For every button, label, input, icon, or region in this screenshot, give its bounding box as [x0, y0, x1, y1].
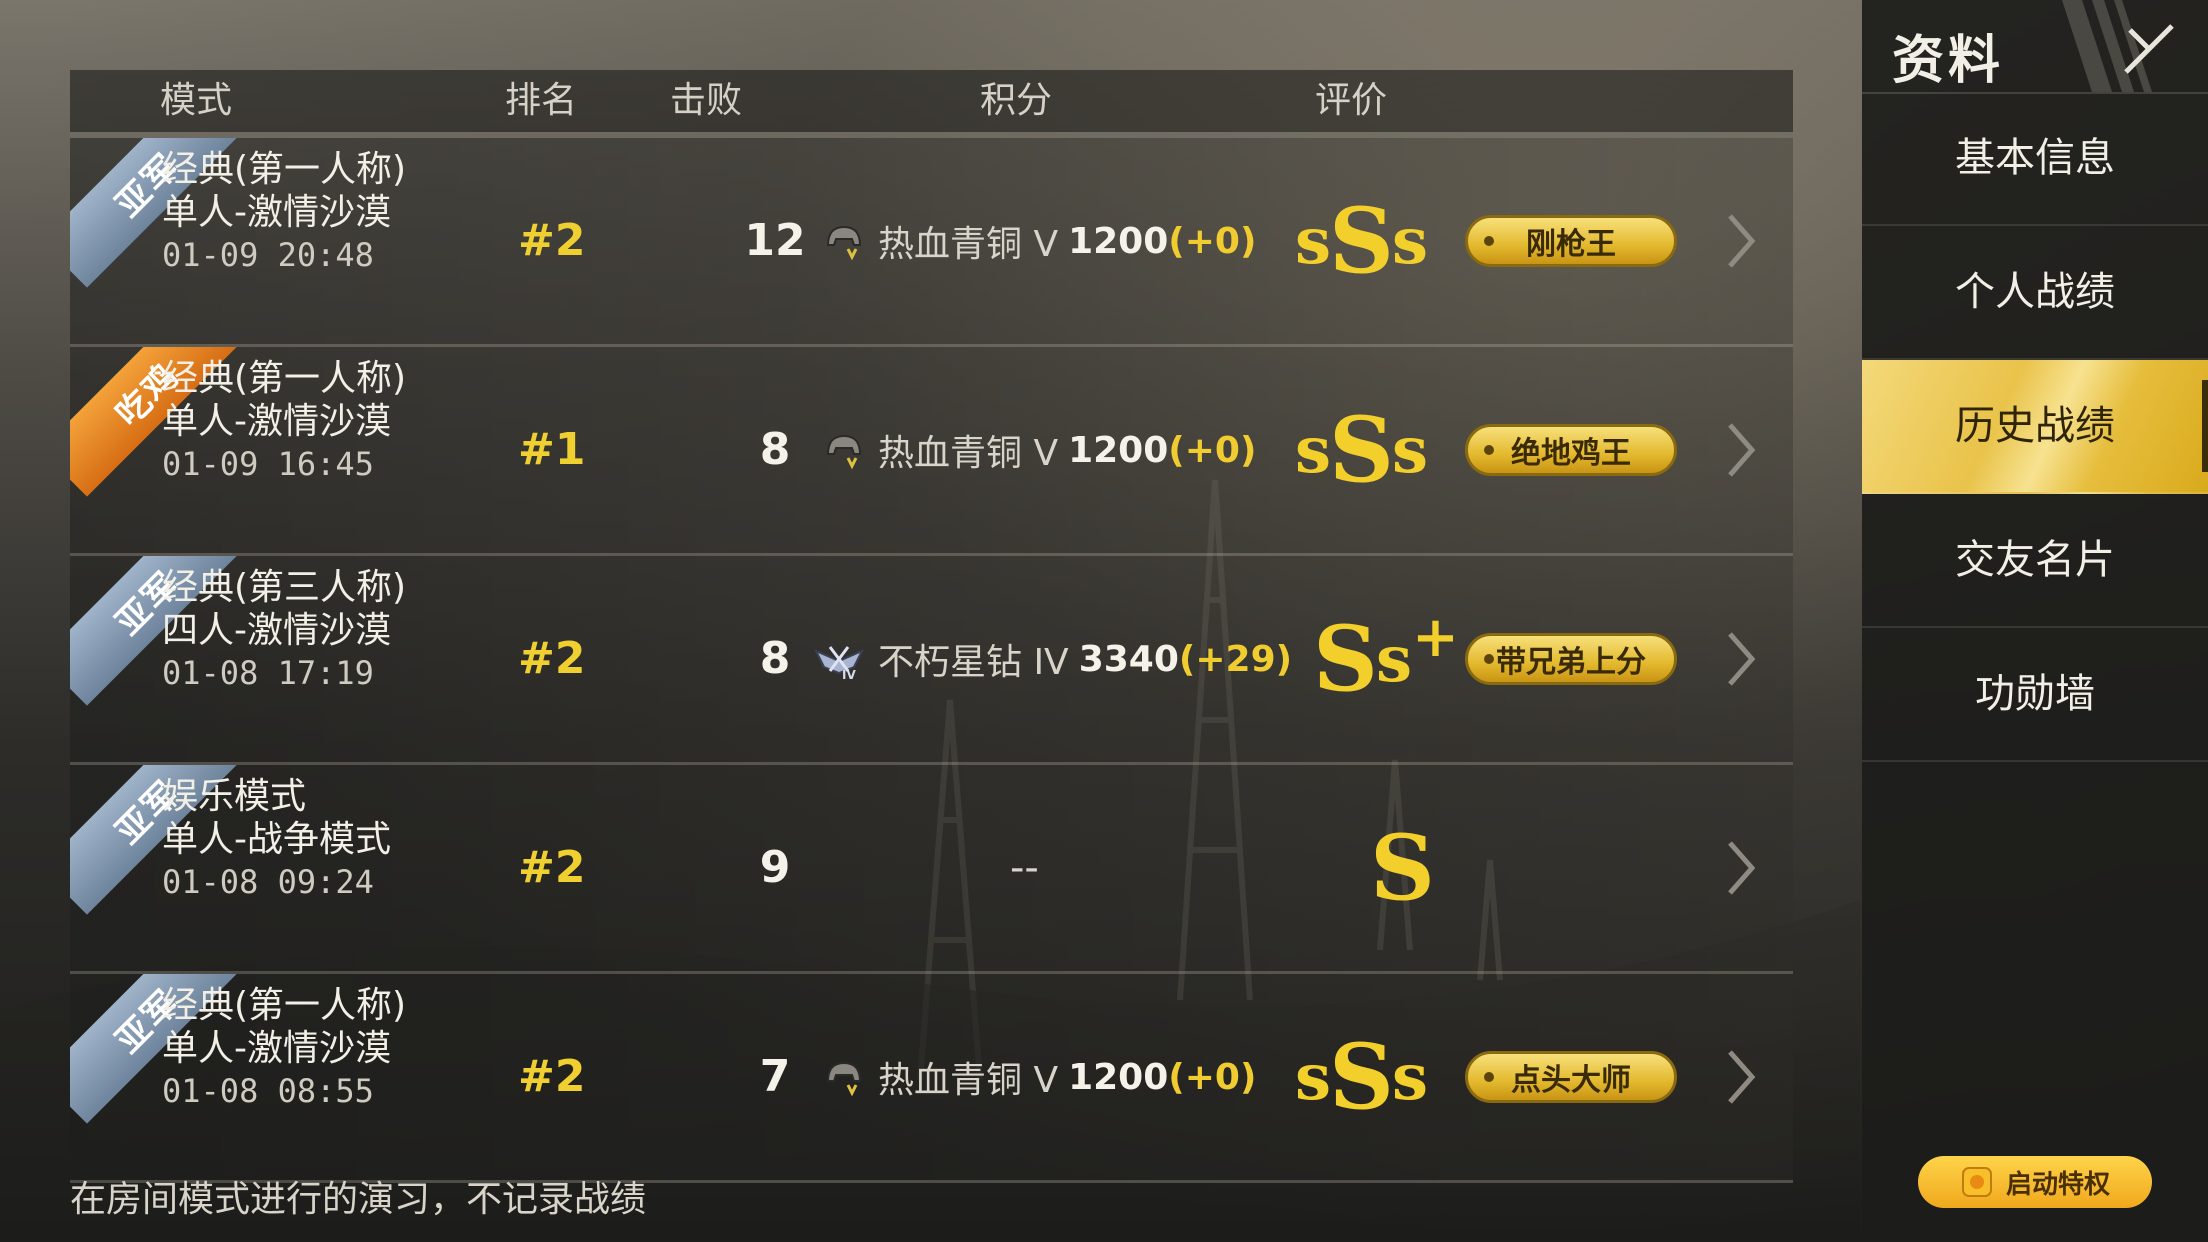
- grade-letter: s: [1392, 203, 1429, 279]
- score-empty: --: [1010, 845, 1039, 891]
- privilege-button[interactable]: 启动特权: [1918, 1156, 2152, 1208]
- privilege-label: 启动特权: [2005, 1169, 2110, 1200]
- close-icon[interactable]: [2120, 20, 2178, 78]
- grade-rating: sSs: [1295, 138, 1428, 344]
- mode-map: 单人-激情沙漠: [162, 192, 391, 233]
- room-mode-footnote: 在房间模式进行的演习，不记录战绩: [70, 1179, 647, 1220]
- title-badge: 带兄弟上分: [1465, 633, 1677, 685]
- score-cell: IV 不朽星钻 IV 3340 (+29): [812, 556, 1292, 762]
- grade-rating: Ss +: [1313, 556, 1459, 762]
- mode-cell: 娱乐模式 单人-战争模式 01-08 09:24: [162, 775, 391, 904]
- match-time: 01-08 09:24: [162, 863, 374, 901]
- table-row[interactable]: 亚军 经典(第三人称) 四人-激情沙漠 01-08 17:19 #2 8 IV …: [70, 556, 1793, 765]
- profile-side-panel: 资料 基本信息 个人战绩 历史战绩 交友名片 功勋墙 启动特权: [1862, 0, 2208, 1242]
- mode-map: 单人-战争模式: [162, 819, 391, 860]
- chevron-right-icon[interactable]: [1720, 835, 1760, 901]
- table-row[interactable]: 亚军 娱乐模式 单人-战争模式 01-08 09:24 #2 9 -- S: [70, 765, 1793, 974]
- nav-social-card[interactable]: 交友名片: [1862, 494, 2208, 628]
- grade-letter: S: [1313, 606, 1378, 712]
- header-grade: 评价: [1315, 80, 1388, 121]
- match-time: 01-09 16:45: [162, 445, 374, 483]
- nav-personal-stats[interactable]: 个人战绩: [1862, 226, 2208, 360]
- mode-cell: 经典(第一人称) 单人-激情沙漠 01-08 08:55: [162, 984, 406, 1113]
- mode-cell: 经典(第一人称) 单人-激情沙漠 01-09 20:48: [162, 148, 406, 277]
- chevron-right-icon[interactable]: [1720, 417, 1760, 483]
- mode-type: 经典(第一人称): [162, 149, 407, 190]
- match-time: 01-08 08:55: [162, 1072, 374, 1110]
- grade-plus: +: [1412, 604, 1459, 670]
- mode-cell: 经典(第三人称) 四人-激情沙漠 01-08 17:19: [162, 566, 406, 695]
- chevron-right-icon[interactable]: [1720, 626, 1760, 692]
- nav-honor-wall[interactable]: 功勋墙: [1862, 628, 2208, 762]
- mode-cell: 经典(第一人称) 单人-激情沙漠 01-09 16:45: [162, 357, 406, 486]
- score-cell: 热血青铜 V 1200 (+0): [822, 974, 1256, 1180]
- grade-letter: S: [1329, 397, 1395, 503]
- points-delta: (+0): [1168, 1056, 1257, 1098]
- grade-letter: s: [1295, 203, 1332, 279]
- tier-label: 不朽星钻 IV: [878, 642, 1069, 683]
- tier-label: 热血青铜 V: [878, 224, 1059, 265]
- grade-letter: s: [1376, 621, 1413, 697]
- table-header: 模式 排名 击败 积分 评价: [70, 70, 1793, 138]
- points-delta: (+0): [1168, 220, 1257, 262]
- points-value: 1200: [1068, 220, 1169, 262]
- mode-type: 经典(第一人称): [162, 985, 407, 1026]
- title-badge: 点头大师: [1465, 1051, 1677, 1103]
- chevron-right-icon[interactable]: [1720, 208, 1760, 274]
- header-score: 积分: [980, 80, 1053, 121]
- grade-letter: s: [1392, 1039, 1429, 1115]
- points-value: 1200: [1068, 429, 1169, 471]
- bronze-helmet-icon: [826, 225, 862, 261]
- nav-match-history[interactable]: 历史战绩: [1862, 360, 2208, 494]
- chevron-right-icon[interactable]: [1720, 1044, 1760, 1110]
- points-value: 3340: [1078, 638, 1179, 680]
- grade-letter: s: [1295, 1039, 1332, 1115]
- match-time: 01-08 17:19: [162, 654, 374, 692]
- panel-header: 资料: [1862, 0, 2208, 94]
- grade-rating: sSs: [1295, 347, 1428, 553]
- table-row[interactable]: 亚军 经典(第一人称) 单人-激情沙漠 01-08 08:55 #2 7 热血青…: [70, 974, 1793, 1183]
- mode-map: 单人-激情沙漠: [162, 401, 391, 442]
- header-kills: 击败: [670, 80, 743, 121]
- title-badge: 绝地鸡王: [1465, 424, 1677, 476]
- bronze-helmet-icon: [826, 1061, 862, 1097]
- diamond-wings-icon: IV: [813, 646, 865, 681]
- mode-type: 娱乐模式: [162, 776, 307, 817]
- table-row[interactable]: 吃鸡 经典(第一人称) 单人-激情沙漠 01-09 16:45 #1 8 热血青…: [70, 347, 1793, 556]
- nav-basic-info[interactable]: 基本信息: [1862, 92, 2208, 226]
- tier-label: 热血青铜 V: [878, 433, 1059, 474]
- mode-type: 经典(第三人称): [162, 567, 407, 608]
- grade-letter: s: [1392, 412, 1429, 488]
- mode-type: 经典(第一人称): [162, 358, 407, 399]
- tier-label: 热血青铜 V: [878, 1060, 1059, 1101]
- kills-value: 9: [759, 842, 791, 893]
- points-delta: (+0): [1168, 429, 1257, 471]
- grade-rating: S: [1370, 765, 1435, 971]
- profile-nav: 基本信息 个人战绩 历史战绩 交友名片 功勋墙: [1862, 92, 2208, 762]
- points-delta: (+29): [1178, 638, 1293, 680]
- score-cell: 热血青铜 V 1200 (+0): [822, 138, 1256, 344]
- grade-letter: S: [1329, 188, 1395, 294]
- score-cell: 热血青铜 V 1200 (+0): [822, 347, 1256, 553]
- points-value: 1200: [1068, 1056, 1169, 1098]
- bronze-helmet-icon: [826, 434, 862, 470]
- grade-rating: sSs: [1295, 974, 1428, 1180]
- match-time: 01-09 20:48: [162, 236, 374, 274]
- mode-map: 单人-激情沙漠: [162, 1028, 391, 1069]
- header-mode: 模式: [160, 80, 233, 121]
- grade-letter: S: [1370, 815, 1435, 921]
- privilege-icon: [1961, 1167, 1992, 1197]
- mode-map: 四人-激情沙漠: [162, 610, 391, 651]
- panel-title: 资料: [1892, 31, 2005, 91]
- svg-text:IV: IV: [842, 668, 856, 681]
- match-history-table: 模式 排名 击败 积分 评价 亚军 经典(第一人称) 单人-激情沙漠 01-09…: [70, 70, 1793, 1183]
- grade-letter: S: [1329, 1024, 1395, 1130]
- grade-letter: s: [1295, 412, 1332, 488]
- title-badge: 刚枪王: [1465, 215, 1677, 267]
- header-rank: 排名: [505, 80, 578, 121]
- table-row[interactable]: 亚军 经典(第一人称) 单人-激情沙漠 01-09 20:48 #2 12 热血…: [70, 138, 1793, 347]
